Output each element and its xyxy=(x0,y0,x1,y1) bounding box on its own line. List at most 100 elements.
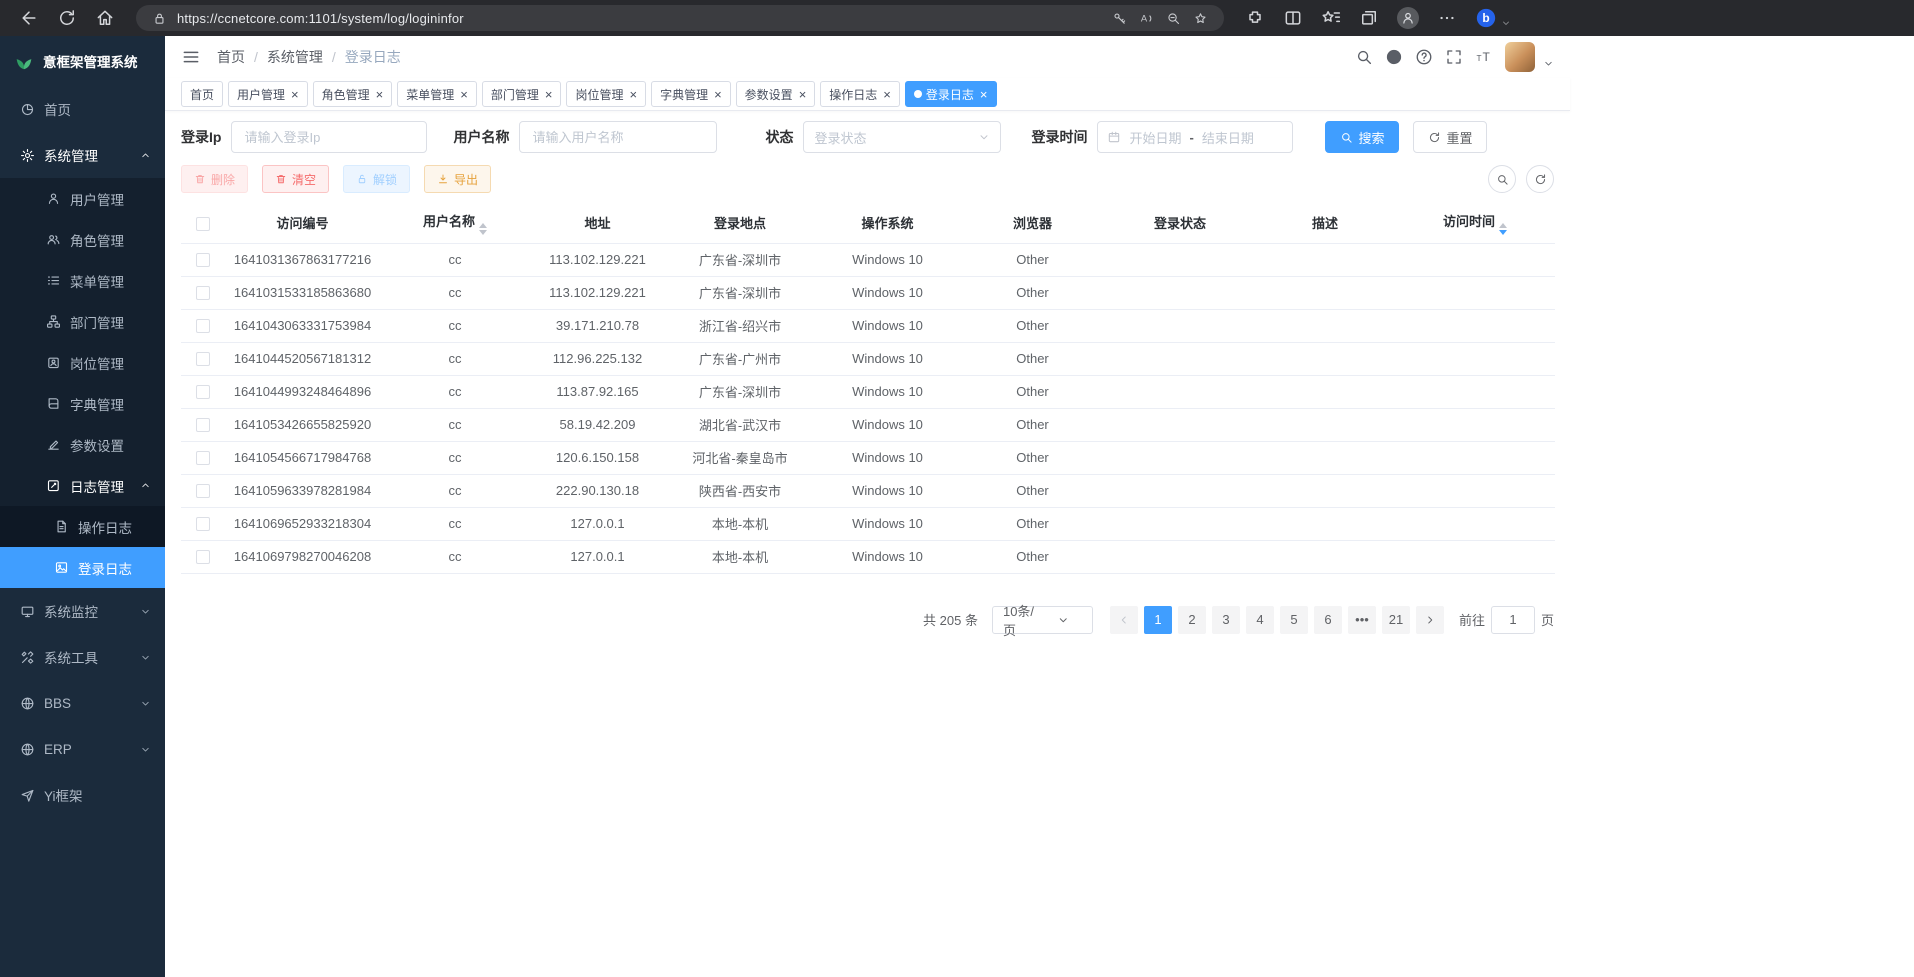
table-search-button[interactable] xyxy=(1488,165,1516,193)
sidebar-item-bbs[interactable]: BBS xyxy=(0,680,165,726)
clear-button[interactable]: 清空 xyxy=(262,165,329,193)
more-pages-button[interactable]: ••• xyxy=(1348,606,1376,634)
close-icon[interactable]: × xyxy=(980,88,988,101)
password-key-icon[interactable] xyxy=(1112,11,1127,26)
tab-home[interactable]: 首页 xyxy=(181,81,223,107)
sidebar-item-system-monitor[interactable]: 系统监控 xyxy=(0,588,165,634)
reset-button[interactable]: 重置 xyxy=(1413,121,1487,153)
breadcrumb-item[interactable]: 首页 xyxy=(217,47,245,67)
sidebar-item-login-log[interactable]: 登录日志 xyxy=(0,547,165,588)
tab-dept-mgmt[interactable]: 部门管理× xyxy=(482,81,562,107)
select-all-checkbox[interactable] xyxy=(196,217,210,231)
sidebar-item-menu-mgmt[interactable]: 菜单管理 xyxy=(0,260,165,301)
tab-dict-mgmt[interactable]: 字典管理× xyxy=(651,81,731,107)
row-checkbox[interactable] xyxy=(196,352,210,366)
add-favorite-icon[interactable] xyxy=(1193,11,1208,26)
chevron-down-icon[interactable] xyxy=(1501,18,1511,28)
close-icon[interactable]: × xyxy=(376,88,384,101)
sidebar-item-param-settings[interactable]: 参数设置 xyxy=(0,424,165,465)
sidebar-item-system-tools[interactable]: 系统工具 xyxy=(0,634,165,680)
date-range-picker[interactable]: 开始日期 - 结束日期 xyxy=(1097,121,1293,153)
sidebar-item-erp[interactable]: ERP xyxy=(0,726,165,772)
tab-role-mgmt[interactable]: 角色管理× xyxy=(313,81,393,107)
collections-icon[interactable] xyxy=(1359,8,1379,28)
chevron-down-icon[interactable] xyxy=(1543,58,1554,69)
split-screen-icon[interactable] xyxy=(1283,8,1303,28)
back-icon[interactable] xyxy=(19,8,39,28)
sidebar-item-post-mgmt[interactable]: 岗位管理 xyxy=(0,342,165,383)
url-text[interactable]: https://ccnetcore.com:1101/system/log/lo… xyxy=(177,11,464,26)
page-button-6[interactable]: 6 xyxy=(1314,606,1342,634)
row-checkbox[interactable] xyxy=(196,418,210,432)
tab-operation-log[interactable]: 操作日志× xyxy=(820,81,900,107)
close-icon[interactable]: × xyxy=(714,88,722,101)
column-header-username[interactable]: 用户名称 xyxy=(380,203,530,243)
sidebar-item-dept-mgmt[interactable]: 部门管理 xyxy=(0,301,165,342)
close-icon[interactable]: × xyxy=(460,88,468,101)
close-icon[interactable]: × xyxy=(799,88,807,101)
search-icon[interactable] xyxy=(1355,48,1373,66)
zoom-out-icon[interactable] xyxy=(1166,11,1181,26)
copilot-bing-icon[interactable]: b xyxy=(1475,7,1497,29)
fullscreen-icon[interactable] xyxy=(1445,48,1463,66)
sidebar-item-user-mgmt[interactable]: 用户管理 xyxy=(0,178,165,219)
table-refresh-button[interactable] xyxy=(1526,165,1554,193)
tab-menu-mgmt[interactable]: 菜单管理× xyxy=(397,81,477,107)
row-checkbox[interactable] xyxy=(196,550,210,564)
sidebar-item-role-mgmt[interactable]: 角色管理 xyxy=(0,219,165,260)
github-icon[interactable] xyxy=(1385,48,1403,66)
next-page-button[interactable] xyxy=(1416,606,1444,634)
column-header-visit-time[interactable]: 访问时间 xyxy=(1395,203,1555,243)
tab-post-mgmt[interactable]: 岗位管理× xyxy=(566,81,646,107)
close-icon[interactable]: × xyxy=(629,88,637,101)
sidebar-item-dict-mgmt[interactable]: 字典管理 xyxy=(0,383,165,424)
delete-button[interactable]: 删除 xyxy=(181,165,248,193)
close-icon[interactable]: × xyxy=(883,88,891,101)
browser-profile-icon[interactable] xyxy=(1397,7,1419,29)
page-button-4[interactable]: 4 xyxy=(1246,606,1274,634)
text-size-icon[interactable]: TT xyxy=(1475,48,1493,66)
close-icon[interactable]: × xyxy=(291,88,299,101)
page-size-select[interactable]: 10条/页 xyxy=(992,606,1093,634)
search-button[interactable]: 搜索 xyxy=(1325,121,1399,153)
export-button[interactable]: 导出 xyxy=(424,165,491,193)
login-ip-input[interactable] xyxy=(231,121,427,153)
row-checkbox[interactable] xyxy=(196,286,210,300)
user-avatar[interactable] xyxy=(1505,42,1535,72)
read-aloud-icon[interactable]: A xyxy=(1139,11,1154,26)
page-button-5[interactable]: 5 xyxy=(1280,606,1308,634)
favorites-icon[interactable] xyxy=(1321,8,1341,28)
help-icon[interactable] xyxy=(1415,48,1433,66)
sidebar-item-log-mgmt[interactable]: 日志管理 xyxy=(0,465,165,506)
page-button-21[interactable]: 21 xyxy=(1382,606,1410,634)
sort-caret[interactable] xyxy=(1499,223,1507,235)
page-button-1[interactable]: 1 xyxy=(1144,606,1172,634)
breadcrumb-item[interactable]: 系统管理 xyxy=(267,47,323,67)
sort-caret[interactable] xyxy=(479,223,487,235)
row-checkbox[interactable] xyxy=(196,517,210,531)
tab-user-mgmt[interactable]: 用户管理× xyxy=(228,81,308,107)
close-icon[interactable]: × xyxy=(545,88,553,101)
refresh-icon[interactable] xyxy=(57,8,77,28)
unlock-button[interactable]: 解锁 xyxy=(343,165,410,193)
row-checkbox[interactable] xyxy=(196,385,210,399)
prev-page-button[interactable] xyxy=(1110,606,1138,634)
settings-menu-icon[interactable] xyxy=(1437,8,1457,28)
row-checkbox[interactable] xyxy=(196,319,210,333)
goto-page-input[interactable] xyxy=(1491,606,1535,634)
username-input[interactable] xyxy=(519,121,717,153)
extensions-icon[interactable] xyxy=(1245,8,1265,28)
sidebar-item-home[interactable]: 首页 xyxy=(0,86,165,132)
sidebar-item-yi-framework[interactable]: Yi框架 xyxy=(0,772,165,818)
page-button-2[interactable]: 2 xyxy=(1178,606,1206,634)
sidebar-item-system-mgmt[interactable]: 系统管理 xyxy=(0,132,165,178)
page-button-3[interactable]: 3 xyxy=(1212,606,1240,634)
hamburger-icon[interactable] xyxy=(181,47,201,67)
row-checkbox[interactable] xyxy=(196,253,210,267)
row-checkbox[interactable] xyxy=(196,451,210,465)
address-bar[interactable]: https://ccnetcore.com:1101/system/log/lo… xyxy=(136,5,1224,31)
tab-login-log[interactable]: 登录日志× xyxy=(905,81,997,107)
browser-home-icon[interactable] xyxy=(95,8,115,28)
sidebar-item-operation-log[interactable]: 操作日志 xyxy=(0,506,165,547)
status-select[interactable]: 登录状态 xyxy=(803,121,1001,153)
